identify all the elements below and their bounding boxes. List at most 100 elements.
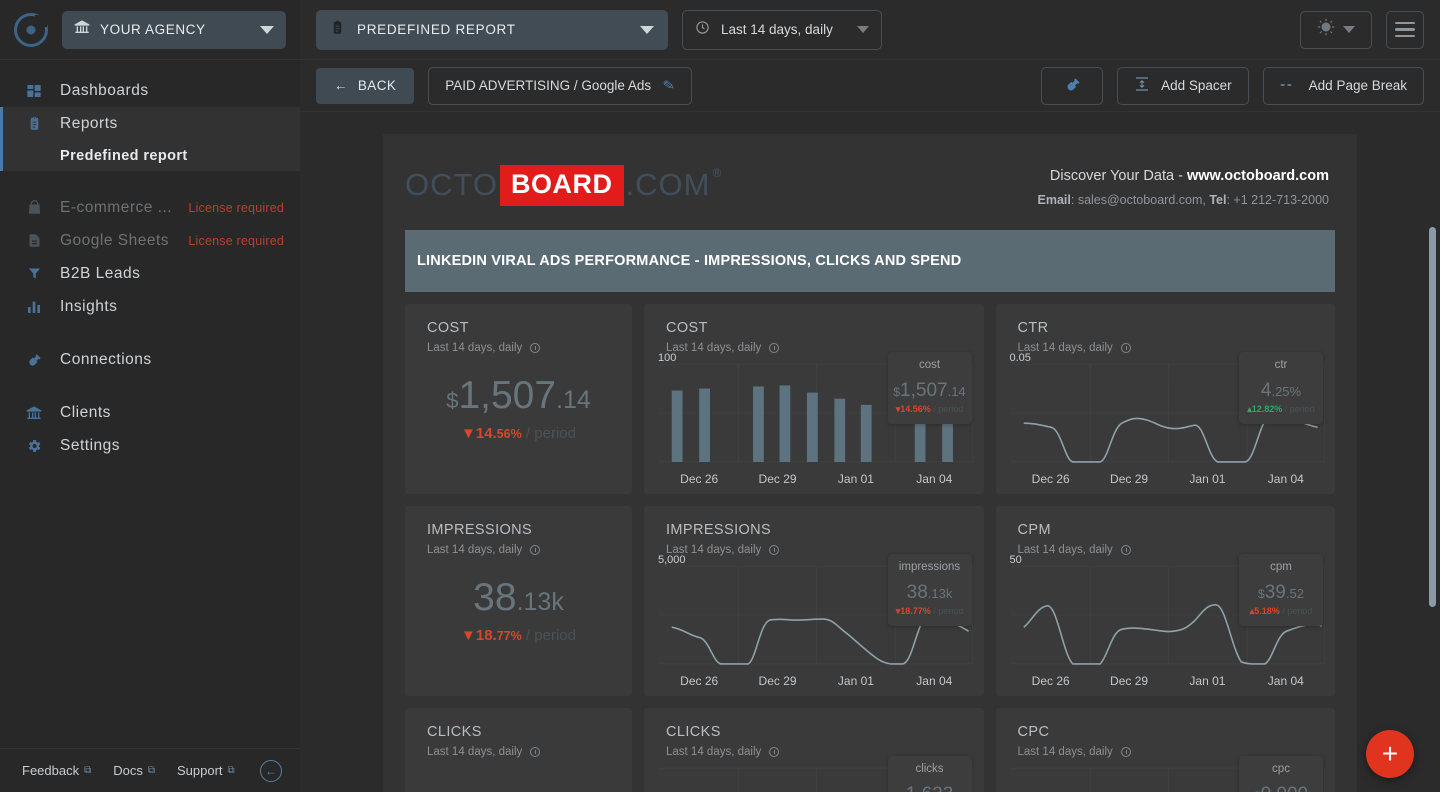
license-badge: License required xyxy=(188,233,284,248)
support-link[interactable]: Support ⧉ xyxy=(177,763,235,778)
chart-tooltip: ctr 4.25% ▴12.82% / period xyxy=(1239,352,1323,424)
gear-icon xyxy=(24,438,44,454)
widget-clicks-kpi[interactable]: CLICKS Last 14 days, daily xyxy=(405,708,632,792)
external-link-icon: ⧉ xyxy=(84,765,92,776)
add-spacer-button[interactable]: Add Spacer xyxy=(1117,66,1249,105)
tooltip-metric-name: impressions xyxy=(898,561,961,573)
widget-cost-bar-chart[interactable]: COST Last 14 days, daily 100 Dec 26 Dec … xyxy=(644,304,984,494)
widget-ctr-line-chart[interactable]: CTR Last 14 days, daily 0.05 Dec 26 Dec … xyxy=(995,304,1335,494)
report-type-label: PREDEFINED REPORT xyxy=(357,22,516,37)
sidebar-item-label: Reports xyxy=(60,114,118,132)
widget-grid: COST Last 14 days, daily $1,507.14 ▼14.5… xyxy=(383,292,1357,792)
sidebar-item-connections[interactable]: Connections xyxy=(0,343,300,376)
x-tick: Jan 04 xyxy=(916,472,953,486)
widget-title: COST xyxy=(427,320,469,336)
collapse-sidebar-button[interactable]: ← xyxy=(260,759,282,782)
kpi-delta: ▼18.77% / period xyxy=(461,627,576,644)
y-axis-ref-label: 0.05 xyxy=(1009,352,1031,364)
external-link-icon: ⧉ xyxy=(147,765,155,776)
chevron-down-icon xyxy=(260,25,274,34)
tooltip-value: $0.000 xyxy=(1239,784,1323,792)
email-label: Email xyxy=(1037,193,1071,207)
sidebar-item-settings[interactable]: Settings xyxy=(0,429,300,462)
agency-selector[interactable]: YOUR AGENCY xyxy=(62,10,286,49)
external-link-icon: ⧉ xyxy=(227,765,235,776)
tooltip-metric-name: ctr xyxy=(1274,359,1288,371)
x-tick: Jan 01 xyxy=(837,472,874,486)
add-widget-fab[interactable]: + xyxy=(1366,730,1414,778)
widget-cpm-line-chart[interactable]: CPM Last 14 days, daily 50 Dec 26 Dec 29… xyxy=(995,506,1335,696)
widget-cost-kpi[interactable]: COST Last 14 days, daily $1,507.14 ▼14.5… xyxy=(405,304,632,494)
widget-impressions-line-chart[interactable]: IMPRESSIONS Last 14 days, daily 5,000 De… xyxy=(644,506,984,696)
add-page-break-button[interactable]: Add Page Break xyxy=(1262,66,1424,105)
sheet-icon xyxy=(24,233,44,248)
breadcrumb[interactable]: PAID ADVERTISING / Google Ads ✎ xyxy=(428,66,692,105)
registered-mark: ® xyxy=(712,166,722,180)
back-label: BACK xyxy=(357,78,397,93)
report-banner[interactable]: LINKEDIN VIRAL ADS PERFORMANCE - IMPRESS… xyxy=(405,230,1335,292)
x-axis-labels: Dec 26 Dec 29 Jan 01 Jan 04 xyxy=(1012,472,1326,486)
widget-clicks-bar-chart[interactable]: CLICKS Last 14 days, daily clicks xyxy=(644,708,984,792)
clock-icon xyxy=(1120,545,1131,555)
theme-icon xyxy=(1317,18,1335,41)
sidebar-item-label: Dashboards xyxy=(60,81,149,99)
widget-impressions-kpi[interactable]: IMPRESSIONS Last 14 days, daily 38.13k ▼… xyxy=(405,506,632,696)
clock-icon xyxy=(530,545,541,555)
report-canvas[interactable]: OCTO BOARD .COM ® Discover Your Data - w… xyxy=(300,112,1440,792)
kpi-value-decimal: .14 xyxy=(556,386,591,414)
bag-icon xyxy=(24,200,44,215)
octoboard-logo-icon[interactable] xyxy=(14,12,48,47)
sidebar-item-ecommerce[interactable]: E-commerce ... License required xyxy=(0,191,300,224)
clipboard-icon xyxy=(330,20,345,40)
tel-label: Tel xyxy=(1209,193,1227,207)
sidebar-item-clients[interactable]: Clients xyxy=(0,396,300,429)
report-type-selector[interactable]: PREDEFINED REPORT xyxy=(316,9,668,50)
theme-selector-button[interactable] xyxy=(1300,10,1372,49)
sidebar-item-label: Google Sheets xyxy=(60,231,170,249)
widget-row: CLICKS Last 14 days, daily CLICKS Last 1… xyxy=(405,708,1335,792)
widget-cpc-line-chart[interactable]: CPC Last 14 days, daily cpc xyxy=(995,708,1335,792)
docs-link[interactable]: Docs ⧉ xyxy=(113,763,155,778)
widget-period: Last 14 days, daily xyxy=(427,342,541,354)
clock-icon xyxy=(769,747,780,757)
sidebar: YOUR AGENCY Dashboards Reports Predefine… xyxy=(0,0,300,792)
vertical-scrollbar[interactable] xyxy=(1429,227,1436,607)
sidebar-item-reports[interactable]: Reports xyxy=(0,107,300,140)
widget-title: CLICKS xyxy=(666,724,721,740)
currency-symbol: $ xyxy=(446,388,459,413)
x-tick: Jan 01 xyxy=(837,674,874,688)
clock-icon xyxy=(1120,747,1131,757)
sidebar-item-google-sheets[interactable]: Google Sheets License required xyxy=(0,224,300,257)
back-button[interactable]: ← BACK xyxy=(316,67,415,104)
x-tick: Jan 04 xyxy=(916,674,953,688)
sidebar-item-insights[interactable]: Insights xyxy=(0,290,300,323)
delta-arrow-icon: ▼ xyxy=(461,627,476,644)
clock-icon xyxy=(769,545,780,555)
add-spacer-label: Add Spacer xyxy=(1161,78,1232,93)
date-range-selector[interactable]: Last 14 days, daily xyxy=(682,9,882,50)
sidebar-item-dashboards[interactable]: Dashboards xyxy=(0,74,300,107)
sidebar-item-predefined-report[interactable]: Predefined report xyxy=(0,140,300,171)
hamburger-menu-button[interactable] xyxy=(1386,10,1424,49)
x-tick: Dec 26 xyxy=(1031,472,1070,486)
chart-tooltip: cpc $0.000 xyxy=(1239,756,1323,792)
kpi-value-main: 38 xyxy=(473,576,517,619)
connect-data-button[interactable] xyxy=(1041,66,1104,105)
tagline: Discover Your Data - www.octoboard.com xyxy=(1038,168,1329,184)
clock-icon xyxy=(695,20,710,40)
delta-suffix: / period xyxy=(521,425,576,442)
tooltip-value: $39.52 xyxy=(1258,582,1304,603)
feedback-link[interactable]: Feedback ⧉ xyxy=(22,763,91,778)
x-axis-labels: Dec 26 Dec 29 Jan 01 Jan 04 xyxy=(1012,674,1326,688)
pencil-icon[interactable]: ✎ xyxy=(662,76,677,95)
x-tick: Dec 29 xyxy=(758,674,797,688)
bank-icon xyxy=(74,19,90,40)
bank-icon xyxy=(24,405,44,421)
add-page-break-label: Add Page Break xyxy=(1308,78,1407,93)
date-range-label: Last 14 days, daily xyxy=(721,22,833,37)
kpi-delta: ▼14.56% / period xyxy=(405,425,632,442)
sidebar-item-b2b-leads[interactable]: B2B Leads xyxy=(0,257,300,290)
clock-icon xyxy=(530,747,541,757)
license-badge: License required xyxy=(188,200,284,215)
report-toolbar: ← BACK PAID ADVERTISING / Google Ads ✎ A… xyxy=(300,60,1440,112)
